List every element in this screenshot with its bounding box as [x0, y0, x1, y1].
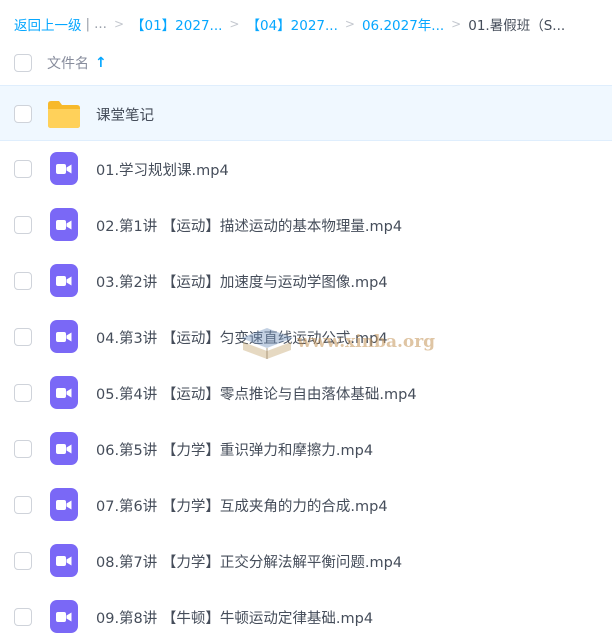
- file-row[interactable]: 07.第6讲 【力学】互成夹角的力的合成.mp4: [0, 477, 612, 533]
- file-name[interactable]: 06.第5讲 【力学】重识弹力和摩擦力.mp4: [96, 439, 373, 460]
- video-file-icon: [50, 600, 78, 633]
- file-row[interactable]: 09.第8讲 【牛顿】牛顿运动定律基础.mp4: [0, 589, 612, 643]
- video-file-icon: [50, 376, 78, 409]
- video-file-icon: [50, 488, 78, 521]
- file-row[interactable]: 02.第1讲 【运动】描述运动的基本物理量.mp4: [0, 197, 612, 253]
- file-row[interactable]: 01.学习规划课.mp4: [0, 141, 612, 197]
- row-checkbox[interactable]: [14, 216, 32, 234]
- breadcrumb-current: 01.暑假班（S...: [468, 18, 566, 34]
- breadcrumb-separator: >: [229, 17, 240, 31]
- file-name[interactable]: 05.第4讲 【运动】零点推论与自由落体基础.mp4: [96, 383, 417, 404]
- file-list-header: 文件名 ↑: [0, 44, 612, 82]
- camera-icon: [56, 611, 72, 622]
- filename-column-header[interactable]: 文件名 ↑: [47, 53, 107, 73]
- row-checkbox[interactable]: [14, 272, 32, 290]
- file-name[interactable]: 03.第2讲 【运动】加速度与运动学图像.mp4: [96, 271, 388, 292]
- camera-icon: [56, 499, 72, 510]
- file-row[interactable]: 08.第7讲 【力学】正交分解法解平衡问题.mp4: [0, 533, 612, 589]
- row-checkbox[interactable]: [14, 384, 32, 402]
- file-name[interactable]: 08.第7讲 【力学】正交分解法解平衡问题.mp4: [96, 551, 402, 572]
- folder-icon: [48, 101, 80, 128]
- breadcrumb: 返回上一级 | ... > 【01】2027... > 【04】2027... …: [14, 12, 612, 36]
- file-name[interactable]: 01.学习规划课.mp4: [96, 159, 229, 180]
- file-list: 课堂笔记 01.学习规划课.mp4 02.第1讲 【运动】描述运动的基本物理量.mp…: [0, 85, 612, 643]
- camera-icon: [56, 443, 72, 454]
- camera-icon: [56, 387, 72, 398]
- breadcrumb-item-3[interactable]: 06.2027年...: [362, 14, 444, 34]
- breadcrumb-separator: >: [451, 17, 462, 31]
- video-file-icon: [50, 544, 78, 577]
- breadcrumb-item-2[interactable]: 【04】2027...: [246, 14, 337, 34]
- video-file-icon: [50, 152, 78, 185]
- column-title: 文件名: [47, 56, 89, 72]
- camera-icon: [56, 219, 72, 230]
- row-checkbox[interactable]: [14, 160, 32, 178]
- breadcrumb-divider: |: [85, 16, 91, 32]
- back-link[interactable]: 返回上一级: [14, 14, 82, 34]
- file-row[interactable]: 06.第5讲 【力学】重识弹力和摩擦力.mp4: [0, 421, 612, 477]
- select-all-checkbox[interactable]: [14, 54, 32, 72]
- camera-icon: [56, 275, 72, 286]
- file-row[interactable]: 04.第3讲 【运动】匀变速直线运动公式.mp4: [0, 309, 612, 365]
- file-name[interactable]: 04.第3讲 【运动】匀变速直线运动公式.mp4: [96, 327, 388, 348]
- folder-row[interactable]: 课堂笔记: [0, 85, 612, 141]
- breadcrumb-ellipsis[interactable]: ...: [94, 16, 107, 32]
- row-checkbox[interactable]: [14, 608, 32, 626]
- video-file-icon: [50, 264, 78, 297]
- file-row[interactable]: 03.第2讲 【运动】加速度与运动学图像.mp4: [0, 253, 612, 309]
- file-row[interactable]: 05.第4讲 【运动】零点推论与自由落体基础.mp4: [0, 365, 612, 421]
- camera-icon: [56, 555, 72, 566]
- breadcrumb-separator: >: [113, 17, 124, 31]
- video-file-icon: [50, 432, 78, 465]
- row-checkbox[interactable]: [14, 496, 32, 514]
- video-file-icon: [50, 208, 78, 241]
- file-name[interactable]: 09.第8讲 【牛顿】牛顿运动定律基础.mp4: [96, 607, 373, 628]
- row-checkbox[interactable]: [14, 440, 32, 458]
- file-name[interactable]: 07.第6讲 【力学】互成夹角的力的合成.mp4: [96, 495, 388, 516]
- camera-icon: [56, 163, 72, 174]
- row-checkbox[interactable]: [14, 105, 32, 123]
- sort-ascending-icon[interactable]: ↑: [95, 55, 107, 71]
- file-name[interactable]: 02.第1讲 【运动】描述运动的基本物理量.mp4: [96, 215, 402, 236]
- row-checkbox[interactable]: [14, 552, 32, 570]
- breadcrumb-separator: >: [344, 17, 355, 31]
- video-file-icon: [50, 320, 78, 353]
- breadcrumb-item-1[interactable]: 【01】2027...: [131, 14, 222, 34]
- file-name[interactable]: 课堂笔记: [96, 104, 154, 125]
- row-checkbox[interactable]: [14, 328, 32, 346]
- camera-icon: [56, 331, 72, 342]
